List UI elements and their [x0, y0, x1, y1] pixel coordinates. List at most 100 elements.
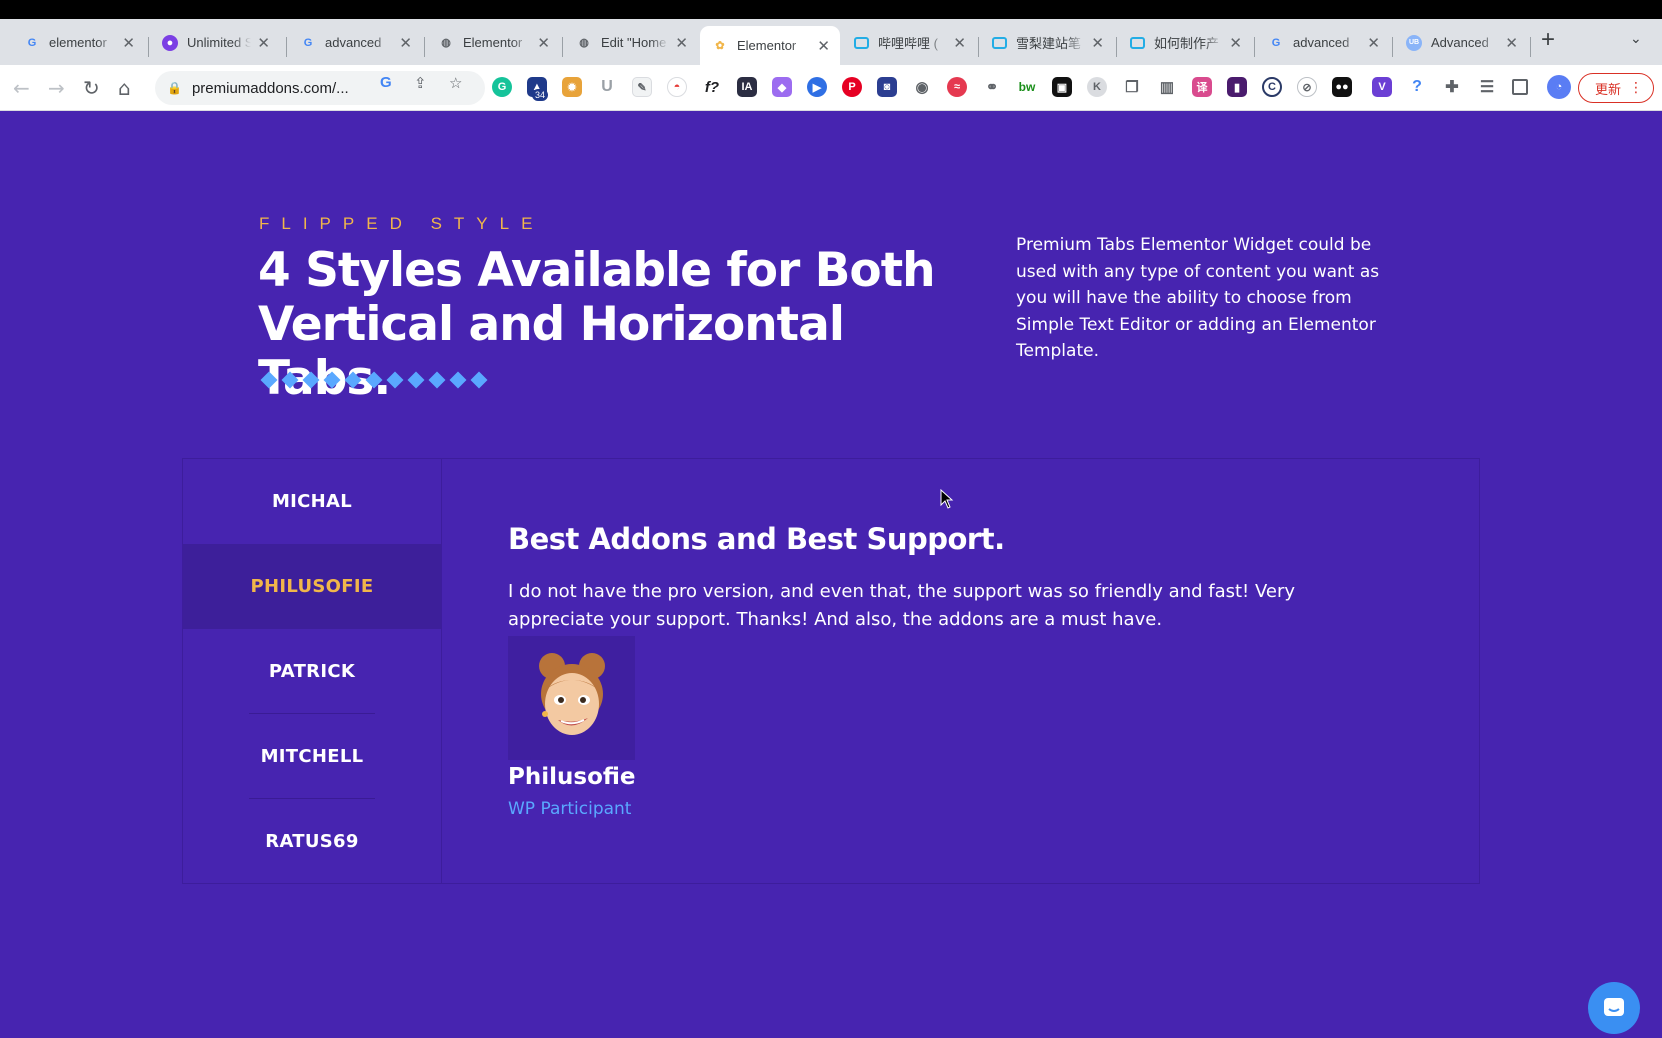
tab-title: advanced: [1293, 35, 1350, 50]
screen-top-bar: [0, 0, 1662, 19]
browser-tab-strip: G elementor ✕ ● Unlimited S ✕ G advanced…: [0, 19, 1662, 65]
diamond-icon: [281, 371, 299, 389]
red-circle-icon[interactable]: ≈: [947, 77, 967, 97]
section-eyebrow: FLIPPED STYLE: [259, 214, 545, 233]
tab-patrick[interactable]: PATRICK: [183, 629, 441, 714]
u-extension-icon[interactable]: U: [597, 77, 617, 97]
link-icon[interactable]: ⚭: [982, 77, 1002, 97]
browser-tab[interactable]: 如何制作产 ✕: [1118, 28, 1252, 57]
playlist-icon[interactable]: ☰: [1477, 77, 1497, 97]
tab-philusofie[interactable]: PHILUSOFIE: [183, 544, 441, 629]
chart-bars-icon[interactable]: ▮: [1227, 77, 1247, 97]
chat-icon: [1604, 998, 1624, 1016]
c-circle-icon[interactable]: C: [1262, 77, 1282, 97]
profile-avatar-icon[interactable]: ◔: [1547, 75, 1571, 99]
close-icon[interactable]: ✕: [1229, 34, 1242, 52]
tab-title: advanced: [325, 35, 382, 50]
update-button[interactable]: 更新 ⋮: [1578, 73, 1654, 103]
browser-tab[interactable]: UB Advanced ✕: [1394, 28, 1528, 57]
browser-tab[interactable]: G advanced ✕: [1256, 28, 1390, 57]
camera-icon[interactable]: ◉: [912, 77, 932, 97]
browser-tab[interactable]: 哔哩哔哩 ( ✕: [842, 28, 976, 57]
chat-launcher-button[interactable]: [1588, 982, 1640, 1034]
reload-icon[interactable]: ↻: [83, 76, 100, 100]
browser-tab[interactable]: 雪梨建站笔 ✕: [980, 28, 1114, 57]
browser-tab[interactable]: G advanced ✕: [288, 28, 422, 57]
tab-separator: [286, 37, 287, 57]
close-icon[interactable]: ✕: [257, 34, 270, 52]
back-arrow-icon[interactable]: ←: [13, 76, 30, 100]
tab-separator: [148, 37, 149, 57]
close-icon[interactable]: ✕: [537, 34, 550, 52]
v-extension-icon[interactable]: V: [1372, 77, 1392, 97]
pokeball-icon[interactable]: ◓: [667, 77, 687, 97]
mouse-cursor-icon: [940, 489, 954, 509]
tab-separator: [978, 37, 979, 57]
home-icon[interactable]: ⌂: [118, 76, 131, 100]
tab-search-chevron-icon[interactable]: ⌄: [1630, 31, 1642, 47]
tab-title: Elementor: [737, 38, 797, 53]
extension-badge: 34: [532, 89, 549, 101]
close-icon[interactable]: ✕: [675, 34, 688, 52]
browser-tab[interactable]: ◍ Elementor ✕: [426, 28, 560, 57]
building-icon[interactable]: ▥: [1157, 77, 1177, 97]
tab-mitchell[interactable]: MITCHELL: [183, 714, 441, 799]
color-pick-icon[interactable]: ◆: [772, 77, 792, 97]
google-lens-icon[interactable]: G: [380, 74, 392, 91]
diamond-icon: [407, 371, 425, 389]
bw-icon[interactable]: bw: [1017, 77, 1037, 97]
reviewer-role: WP Participant: [508, 799, 632, 819]
tab-title: 如何制作产: [1154, 36, 1220, 51]
globe-icon: ◍: [441, 37, 451, 49]
tab-ratus69[interactable]: RATUS69: [183, 799, 441, 884]
diamond-icon: [260, 371, 278, 389]
tab-title: Elementor: [463, 35, 523, 50]
help-icon[interactable]: ?: [1407, 77, 1427, 97]
share-icon[interactable]: ⇪: [414, 74, 427, 92]
font-finder-icon[interactable]: f?: [702, 77, 722, 97]
diamond-icon: [470, 371, 488, 389]
close-icon[interactable]: ✕: [953, 34, 966, 52]
bookmark-star-icon[interactable]: ☆: [449, 74, 462, 92]
copy-icon[interactable]: ❐: [1122, 77, 1142, 97]
compass-icon[interactable]: ⊘: [1297, 77, 1317, 97]
honey-icon[interactable]: ✹: [562, 77, 582, 97]
close-icon[interactable]: ✕: [1091, 34, 1104, 52]
new-tab-plus-icon[interactable]: +: [1541, 26, 1555, 54]
url-text[interactable]: premiumaddons.com/...: [192, 80, 349, 97]
notepad-icon[interactable]: ✎: [632, 77, 652, 97]
browser-tab[interactable]: ● Unlimited S ✕: [150, 28, 280, 57]
close-icon[interactable]: ✕: [1367, 34, 1380, 52]
gamepad-icon[interactable]: ◙: [877, 77, 897, 97]
tab-separator: [1530, 37, 1531, 57]
grammarly-icon[interactable]: G: [492, 77, 512, 97]
browser-tab[interactable]: G elementor ✕: [12, 28, 145, 57]
diamond-icon: [428, 371, 446, 389]
diamond-icon: [386, 371, 404, 389]
browser-tab-active[interactable]: ✿ Elementor ✕: [700, 26, 840, 65]
browser-tab[interactable]: ◍ Edit "Home ✕: [564, 28, 698, 57]
address-bar[interactable]: 🔒 premiumaddons.com/...: [155, 71, 485, 105]
k-circle-icon[interactable]: K: [1087, 77, 1107, 97]
close-icon[interactable]: ✕: [122, 34, 135, 52]
play-circle-icon[interactable]: ▶: [807, 77, 827, 97]
close-icon[interactable]: ✕: [399, 34, 412, 52]
diamond-icon: [365, 371, 383, 389]
close-icon[interactable]: ✕: [817, 37, 830, 55]
pinterest-icon[interactable]: P: [842, 77, 862, 97]
dark-square-icon[interactable]: ▣: [1052, 77, 1072, 97]
glasses-icon[interactable]: ●●: [1332, 77, 1352, 97]
side-panel-icon[interactable]: [1512, 79, 1528, 95]
diamond-icon: [323, 371, 341, 389]
puzzle-icon[interactable]: ✚: [1442, 77, 1462, 97]
kebab-menu-icon[interactable]: ⋮: [1629, 80, 1643, 96]
tab-title: Edit "Home: [601, 35, 667, 50]
translate-icon[interactable]: 译: [1192, 77, 1212, 97]
tab-separator: [562, 37, 563, 57]
ia-icon[interactable]: IA: [737, 77, 757, 97]
tab-title: Advanced: [1431, 35, 1489, 50]
close-icon[interactable]: ✕: [1505, 34, 1518, 52]
purple-logo-icon: ●: [162, 34, 178, 51]
tab-michal[interactable]: MICHAL: [183, 459, 441, 544]
forward-arrow-icon[interactable]: →: [48, 76, 65, 100]
